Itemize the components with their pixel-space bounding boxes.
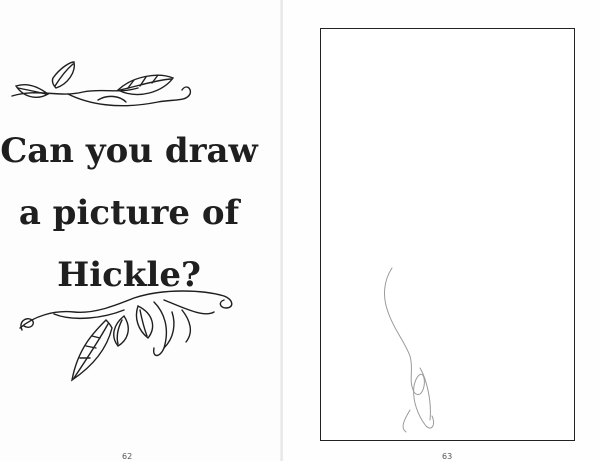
top-leaf-vine-icon xyxy=(11,61,192,107)
heading-line-1: Can you draw xyxy=(0,131,258,171)
left-page-number: 62 xyxy=(122,452,133,461)
bottom-leaf-vine-icon xyxy=(19,290,233,382)
right-page-number: 63 xyxy=(442,452,453,461)
heading-line-2: a picture of xyxy=(18,193,240,233)
book-spread: Can you draw a picture of Hickle? 62 63 xyxy=(0,0,600,461)
pencil-scribble xyxy=(384,267,435,433)
page-heading: Can you draw a picture of Hickle? xyxy=(0,120,264,306)
